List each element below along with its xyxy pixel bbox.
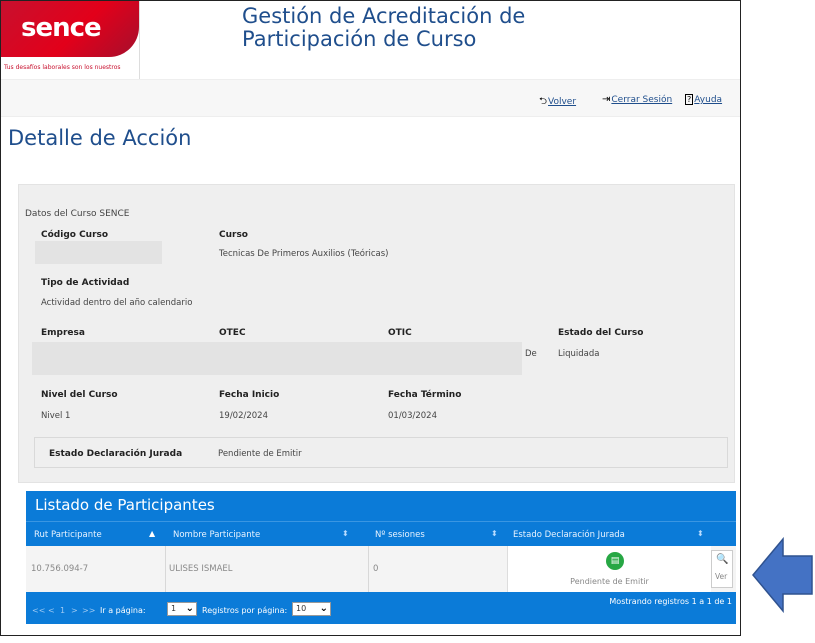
col-nombre[interactable]: Nombre Participante [173, 530, 260, 540]
first-page-button[interactable]: << [32, 606, 45, 615]
grid-title: Listado de Participantes [35, 496, 215, 514]
curso-label: Curso [219, 230, 248, 240]
page-select[interactable]: 1 ⌄ [167, 602, 197, 616]
help-icon: ? [685, 94, 694, 105]
tipo-actividad-label: Tipo de Actividad [41, 278, 130, 288]
logo-tagline: Tus desafíos laborales son los nuestros [4, 64, 121, 71]
chevron-down-icon: ⌄ [185, 603, 194, 614]
col-estado-dj[interactable]: Estado Declaración Jurada [513, 530, 625, 540]
status-text: Pendiente de Emitir [570, 577, 649, 586]
top-toolbar: ⮌Volver ⇥Cerrar Sesión ? Ayuda [1, 79, 740, 117]
estado-curso-value: Liquidada [558, 349, 600, 359]
records-info: Mostrando registros 1 a 1 de 1 [609, 597, 732, 606]
grid-pager: << < 1 > >> Ir a página: 1 ⌄ Registros p… [26, 592, 736, 624]
section-title: Datos del Curso SENCE [25, 209, 130, 219]
ver-button[interactable]: 🔍 Ver [711, 550, 733, 588]
back-arrow-icon: ⮌ [539, 96, 548, 107]
participants-grid: Listado de Participantes Rut Participant… [26, 491, 736, 624]
pointer-arrow-icon [752, 537, 813, 613]
col-rut[interactable]: Rut Participante [34, 530, 102, 540]
volver-link[interactable]: ⮌Volver [539, 94, 576, 111]
estado-curso-label: Estado del Curso [558, 328, 644, 338]
sence-logo: sencе Tus desafíos laborales son los nue… [1, 1, 140, 79]
sort-asc-icon[interactable]: ▲ [149, 529, 155, 538]
cell-nombre: ULISES ISMAEL [169, 564, 233, 574]
page-title: Detalle de Acción [8, 126, 192, 150]
prev-page-button[interactable]: < [48, 606, 55, 615]
sort-icon[interactable]: ⬍ [697, 529, 704, 538]
go-to-page-label: Ir a página: [100, 606, 146, 615]
fecha-inicio-label: Fecha Inicio [219, 390, 280, 400]
per-page-label: Registros por página: [202, 606, 288, 615]
fecha-termino-label: Fecha Término [388, 390, 462, 400]
app-title: Gestión de Acreditación de Participación… [242, 4, 526, 51]
cell-sesiones: 0 [373, 564, 379, 574]
otic-label: OTIC [388, 328, 412, 338]
dj-label: Estado Declaración Jurada [49, 449, 183, 459]
otec-label: OTEC [219, 328, 246, 338]
tipo-actividad-value: Actividad dentro del año calendario [41, 298, 193, 308]
codigo-curso-value [35, 241, 162, 264]
col-sesiones[interactable]: Nº sesiones [375, 530, 425, 540]
document-status-icon: ▤ [606, 552, 624, 570]
dj-value: Pendiente de Emitir [218, 449, 302, 459]
empresa-label: Empresa [41, 328, 85, 338]
fecha-inicio-value: 19/02/2024 [219, 411, 268, 421]
sort-icon[interactable]: ⬍ [491, 529, 498, 538]
empresa-otec-otic-values [32, 342, 522, 375]
cerrar-sesion-link[interactable]: ⇥Cerrar Sesión [602, 94, 672, 105]
chevron-down-icon: ⌄ [319, 603, 328, 614]
fecha-termino-value: 01/03/2024 [388, 411, 437, 421]
current-page[interactable]: 1 [60, 606, 65, 615]
curso-value: Tecnicas De Primeros Auxilios (Teóricas) [219, 249, 389, 259]
logo-text: sencе [21, 13, 102, 43]
sort-icon[interactable]: ⬍ [342, 529, 349, 538]
declaracion-jurada-box: Estado Declaración Jurada Pendiente de E… [34, 437, 728, 468]
cell-estado-dj: ▤ Pendiente de Emitir [507, 546, 711, 592]
codigo-curso-label: Código Curso [41, 230, 109, 240]
logout-icon: ⇥ [602, 94, 611, 105]
ayuda-link[interactable]: ? Ayuda [685, 94, 722, 105]
cell-rut: 10.756.094-7 [31, 564, 89, 574]
app-window: sencе Tus desafíos laborales son los nue… [0, 0, 741, 636]
nivel-curso-label: Nivel del Curso [41, 390, 118, 400]
ver-label: Ver [715, 572, 728, 581]
next-page-button[interactable]: > [71, 606, 78, 615]
per-page-select[interactable]: 10 ⌄ [292, 602, 331, 616]
last-page-button[interactable]: >> [82, 606, 95, 615]
otic-value-suffix: De [525, 349, 537, 359]
grid-header: Rut Participante ▲ Nombre Participante ⬍… [26, 521, 736, 546]
table-row: 10.756.094-7 ULISES ISMAEL 0 ▤ Pendiente… [26, 546, 736, 592]
magnifier-icon: 🔍 [716, 554, 729, 565]
nivel-curso-value: Nivel 1 [41, 411, 71, 421]
